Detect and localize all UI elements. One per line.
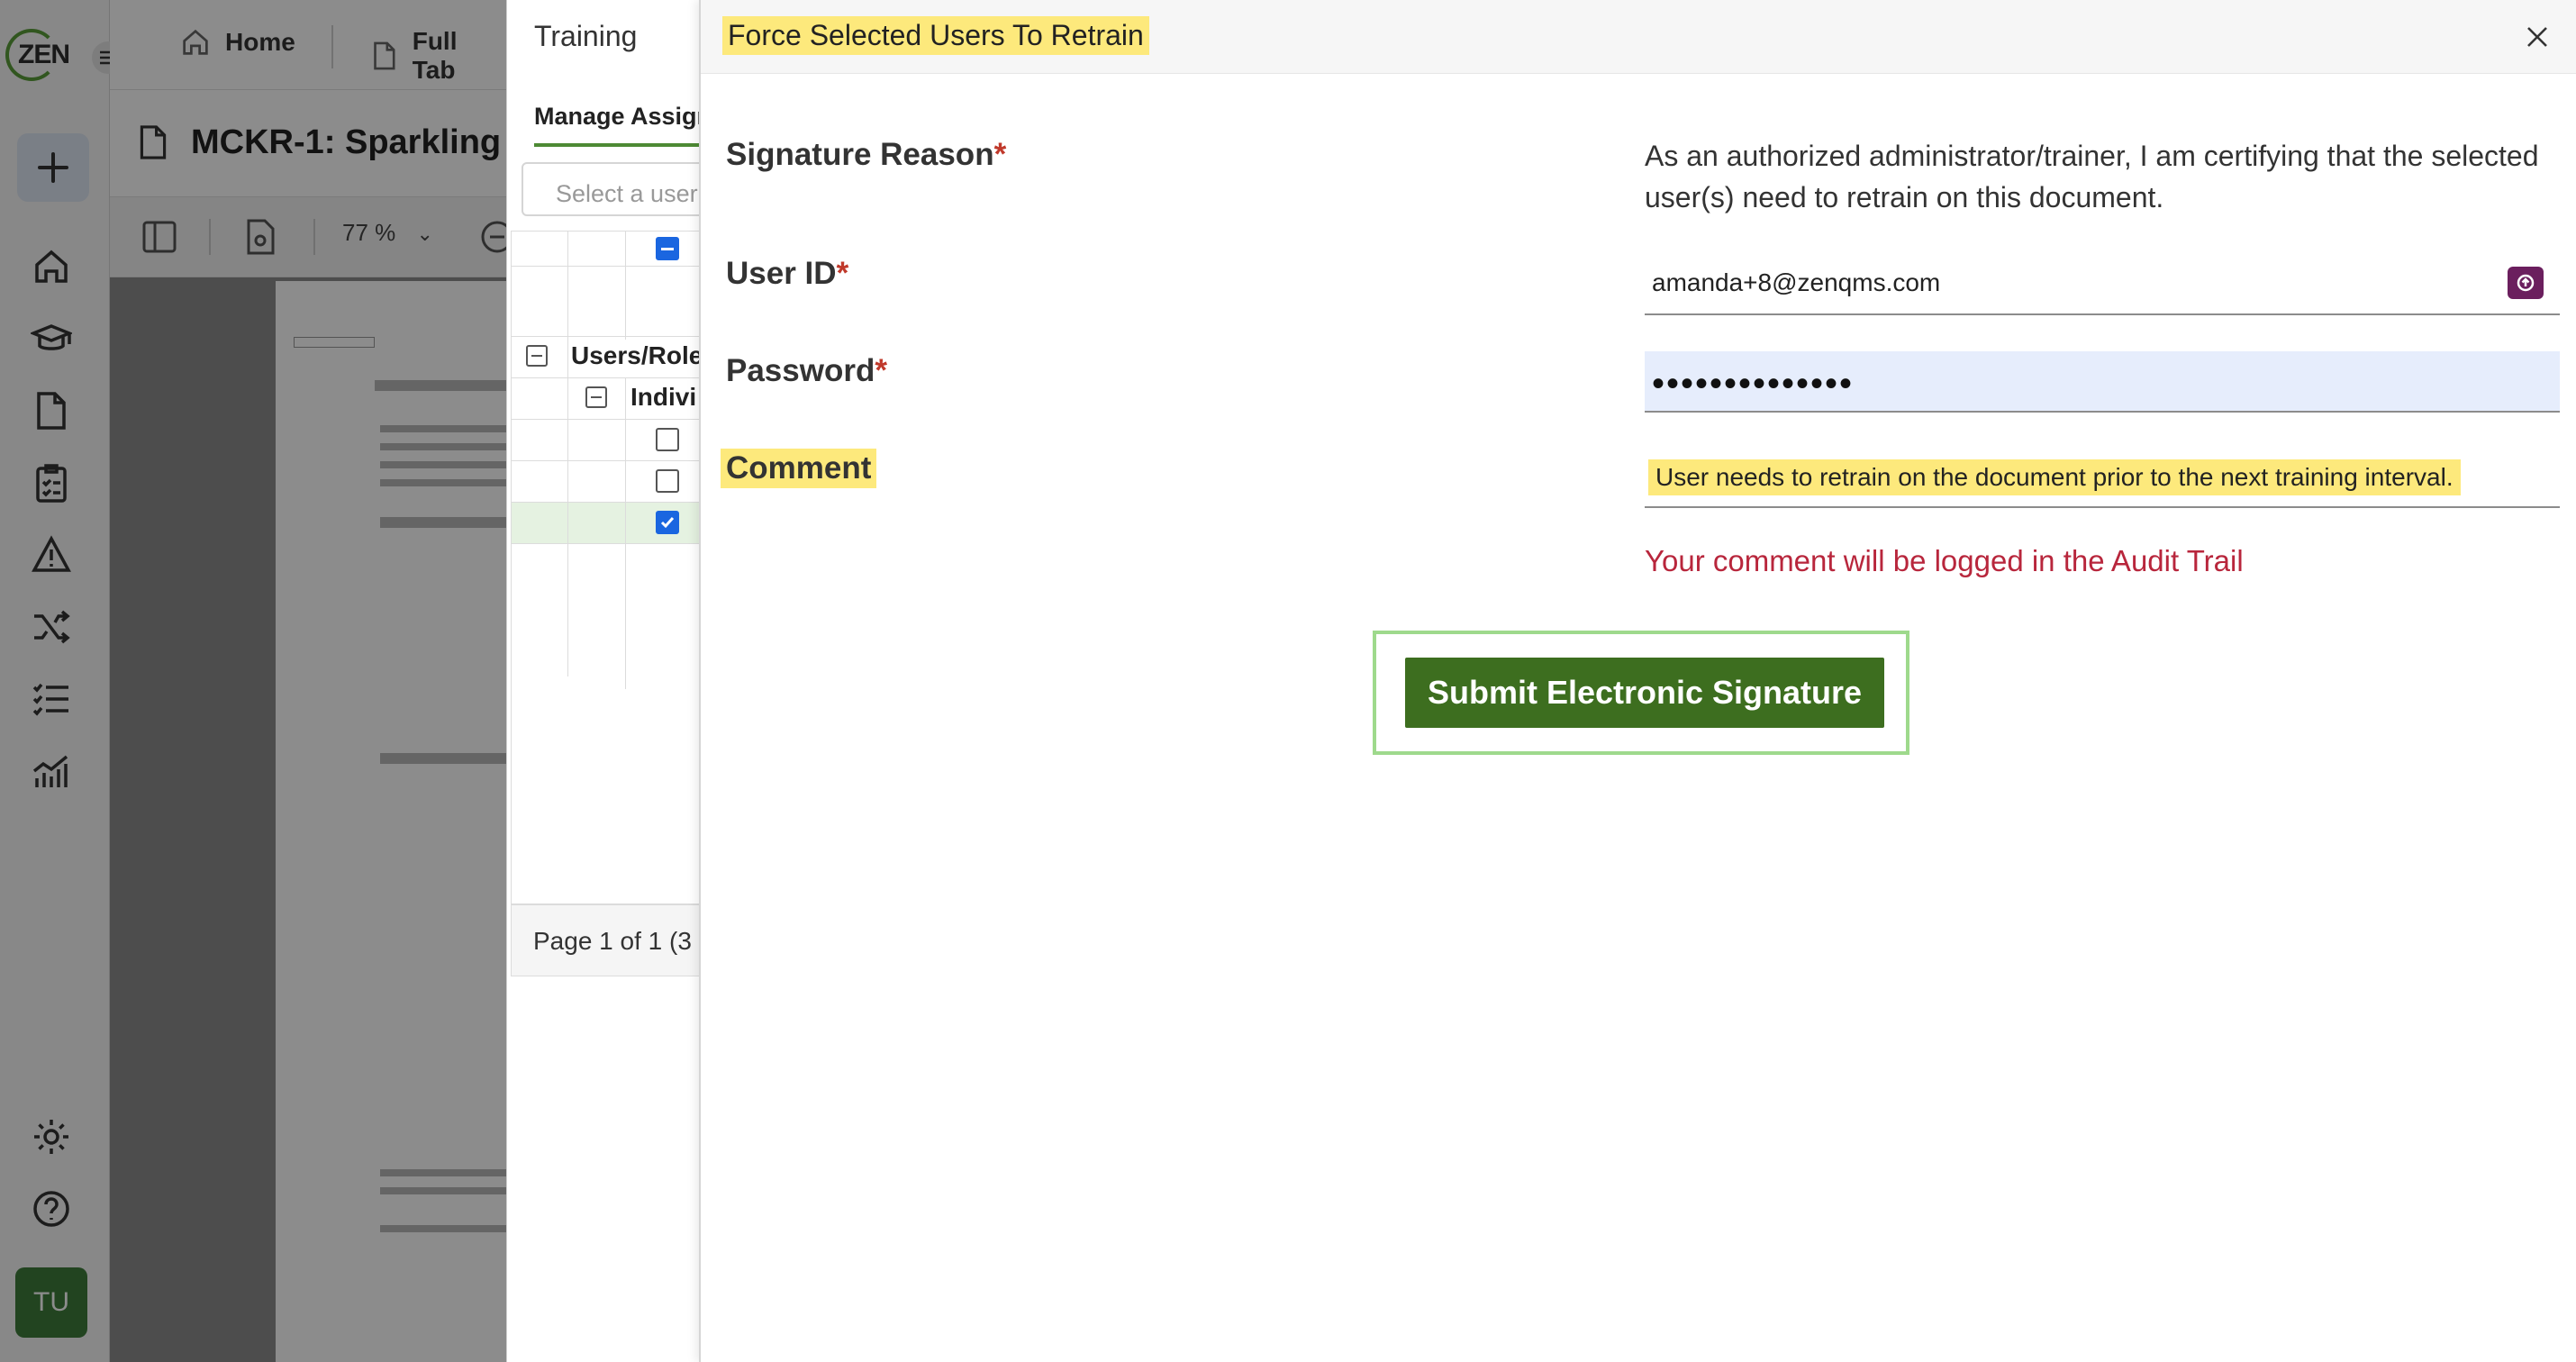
pagination-summary: Page 1 of 1 (3 It — [511, 904, 700, 976]
retrain-modal: Force Selected Users To Retrain Signatur… — [699, 0, 2576, 1362]
row-checkbox[interactable] — [656, 469, 679, 493]
modal-header: Force Selected Users To Retrain — [701, 0, 2576, 74]
grid-row-divider — [512, 502, 700, 503]
modal-title: Force Selected Users To Retrain — [722, 16, 1149, 55]
comment-label: Comment — [721, 449, 877, 488]
credential-manager-icon[interactable] — [2508, 267, 2544, 299]
training-panel-title: Training — [534, 20, 638, 52]
training-panel: Training Manage Assign Select a user Use… — [506, 0, 700, 1362]
grid-column-divider — [625, 377, 626, 689]
password-label-text: Password — [726, 353, 875, 388]
user-select-input[interactable]: Select a user — [522, 162, 700, 216]
collapse-individuals-toggle[interactable] — [585, 386, 607, 408]
signature-reason-text: As an authorized administrator/trainer, … — [1645, 140, 2539, 213]
user-id-field[interactable]: amanda+8@zenqms.com — [1645, 254, 2560, 315]
grid-row-divider — [512, 460, 700, 461]
assignment-grid: Users/Role Indivi — [511, 231, 700, 904]
modal-backdrop[interactable] — [0, 0, 506, 1362]
required-marker: * — [875, 353, 887, 388]
signature-reason-label-text: Signature Reason — [726, 137, 994, 172]
user-id-label: User ID* — [726, 256, 848, 292]
row-checkbox-checked[interactable] — [656, 511, 679, 534]
grid-column-divider — [567, 232, 568, 676]
grid-row-divider — [512, 543, 700, 544]
grid-row-divider — [512, 419, 700, 420]
comment-value: User needs to retrain on the document pr… — [1648, 459, 2461, 495]
required-marker: * — [993, 137, 1007, 172]
grid-column-divider — [625, 232, 626, 340]
user-id-value: amanda+8@zenqms.com — [1652, 268, 1941, 296]
grid-row-divider — [512, 377, 700, 378]
audit-trail-note: Your comment will be logged in the Audit… — [1645, 544, 2244, 577]
select-all-checkbox[interactable] — [656, 237, 679, 260]
password-value: •••••••••••••• — [1652, 364, 1855, 404]
submit-electronic-signature-button[interactable]: Submit Electronic Signature — [1405, 658, 1884, 728]
user-id-label-text: User ID — [726, 256, 837, 291]
tree-root-label: Users/Role — [571, 341, 700, 369]
tree-child-label: Indivi — [630, 383, 697, 411]
password-label: Password* — [726, 353, 887, 389]
comment-field[interactable]: User needs to retrain on the document pr… — [1645, 450, 2560, 508]
tab-manage-assignments[interactable]: Manage Assign — [534, 103, 700, 147]
close-button[interactable] — [2517, 16, 2558, 58]
password-field[interactable]: •••••••••••••• — [1645, 351, 2560, 413]
submit-focus-ring: Submit Electronic Signature — [1373, 631, 1909, 755]
required-marker: * — [836, 256, 849, 291]
grid-row-divider — [512, 266, 700, 267]
close-icon — [2527, 27, 2547, 47]
row-checkbox[interactable] — [656, 428, 679, 451]
grid-row-divider — [512, 336, 700, 337]
signature-reason-label: Signature Reason* — [726, 137, 1006, 173]
collapse-users-roles-toggle[interactable] — [526, 345, 548, 367]
